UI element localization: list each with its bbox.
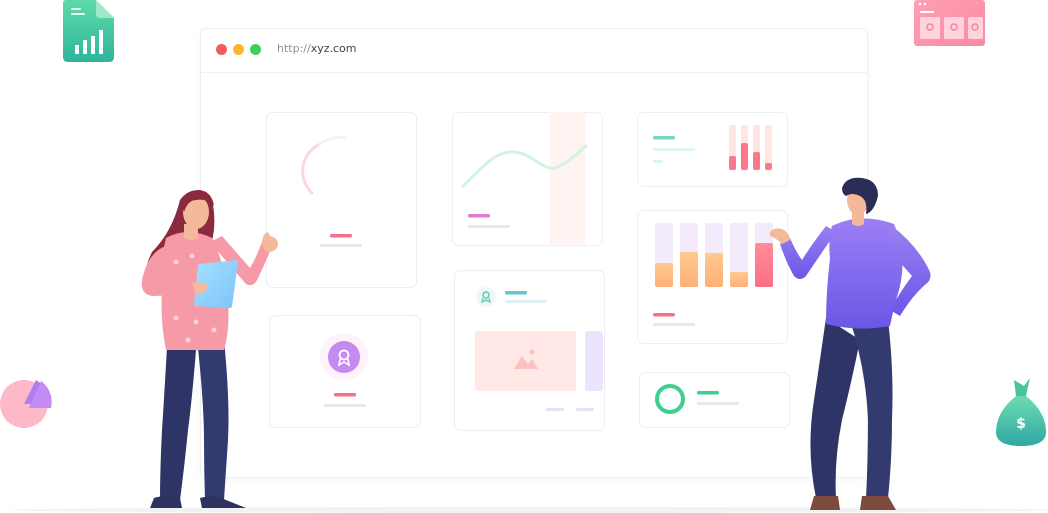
dollar-sign: $ xyxy=(1016,416,1026,432)
pie-chart-icon xyxy=(0,380,52,428)
spreadsheet-doc-icon xyxy=(63,0,114,62)
woman-figure xyxy=(141,190,278,508)
illustration-scene: http://xyz.com $ xyxy=(0,0,1048,513)
profile-card-content xyxy=(320,333,368,407)
line-chart-card-content xyxy=(461,112,588,244)
progress-card-content xyxy=(655,384,739,414)
mini-bars-card-content xyxy=(653,125,772,170)
media-card-content xyxy=(475,287,603,411)
money-bag-icon: $ xyxy=(996,378,1046,446)
illustration-art: $ xyxy=(0,0,1048,513)
bar-chart-card-content xyxy=(653,223,773,326)
mini-window-icon xyxy=(914,0,985,46)
gauge-card-content xyxy=(301,135,362,247)
man-figure xyxy=(770,177,931,510)
